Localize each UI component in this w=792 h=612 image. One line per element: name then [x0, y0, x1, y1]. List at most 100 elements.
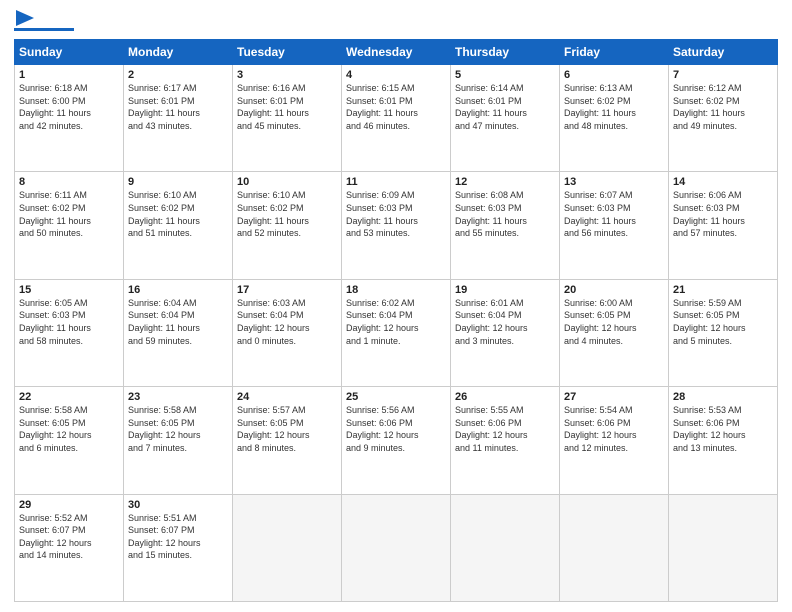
calendar-week-row: 8Sunrise: 6:11 AM Sunset: 6:02 PM Daylig…	[15, 172, 778, 279]
day-info: Sunrise: 6:10 AM Sunset: 6:02 PM Dayligh…	[128, 189, 228, 239]
calendar-cell	[669, 494, 778, 601]
day-number: 18	[346, 284, 446, 296]
calendar-cell	[451, 494, 560, 601]
day-info: Sunrise: 5:51 AM Sunset: 6:07 PM Dayligh…	[128, 512, 228, 562]
calendar-week-row: 22Sunrise: 5:58 AM Sunset: 6:05 PM Dayli…	[15, 387, 778, 494]
calendar-cell: 29Sunrise: 5:52 AM Sunset: 6:07 PM Dayli…	[15, 494, 124, 601]
day-info: Sunrise: 6:09 AM Sunset: 6:03 PM Dayligh…	[346, 189, 446, 239]
day-number: 8	[19, 176, 119, 188]
calendar-cell: 23Sunrise: 5:58 AM Sunset: 6:05 PM Dayli…	[124, 387, 233, 494]
logo-arrow-icon	[16, 10, 34, 26]
day-info: Sunrise: 6:00 AM Sunset: 6:05 PM Dayligh…	[564, 297, 664, 347]
day-number: 27	[564, 391, 664, 403]
day-number: 28	[673, 391, 773, 403]
calendar-day-header: Thursday	[451, 40, 560, 65]
day-number: 20	[564, 284, 664, 296]
calendar-cell: 21Sunrise: 5:59 AM Sunset: 6:05 PM Dayli…	[669, 279, 778, 386]
calendar-table: SundayMondayTuesdayWednesdayThursdayFrid…	[14, 39, 778, 602]
calendar-cell: 1Sunrise: 6:18 AM Sunset: 6:00 PM Daylig…	[15, 65, 124, 172]
calendar-cell	[233, 494, 342, 601]
calendar-cell: 4Sunrise: 6:15 AM Sunset: 6:01 PM Daylig…	[342, 65, 451, 172]
day-info: Sunrise: 6:18 AM Sunset: 6:00 PM Dayligh…	[19, 82, 119, 132]
day-info: Sunrise: 5:53 AM Sunset: 6:06 PM Dayligh…	[673, 404, 773, 454]
day-info: Sunrise: 5:57 AM Sunset: 6:05 PM Dayligh…	[237, 404, 337, 454]
calendar-header-row: SundayMondayTuesdayWednesdayThursdayFrid…	[15, 40, 778, 65]
day-number: 19	[455, 284, 555, 296]
day-info: Sunrise: 6:11 AM Sunset: 6:02 PM Dayligh…	[19, 189, 119, 239]
day-number: 10	[237, 176, 337, 188]
calendar-cell: 11Sunrise: 6:09 AM Sunset: 6:03 PM Dayli…	[342, 172, 451, 279]
calendar-cell: 28Sunrise: 5:53 AM Sunset: 6:06 PM Dayli…	[669, 387, 778, 494]
day-number: 2	[128, 69, 228, 81]
calendar-cell: 5Sunrise: 6:14 AM Sunset: 6:01 PM Daylig…	[451, 65, 560, 172]
day-info: Sunrise: 5:54 AM Sunset: 6:06 PM Dayligh…	[564, 404, 664, 454]
page: SundayMondayTuesdayWednesdayThursdayFrid…	[0, 0, 792, 612]
calendar-cell: 12Sunrise: 6:08 AM Sunset: 6:03 PM Dayli…	[451, 172, 560, 279]
calendar-cell	[560, 494, 669, 601]
day-info: Sunrise: 6:07 AM Sunset: 6:03 PM Dayligh…	[564, 189, 664, 239]
day-info: Sunrise: 6:08 AM Sunset: 6:03 PM Dayligh…	[455, 189, 555, 239]
calendar-day-header: Monday	[124, 40, 233, 65]
calendar-cell: 26Sunrise: 5:55 AM Sunset: 6:06 PM Dayli…	[451, 387, 560, 494]
day-number: 1	[19, 69, 119, 81]
calendar-cell: 16Sunrise: 6:04 AM Sunset: 6:04 PM Dayli…	[124, 279, 233, 386]
calendar-week-row: 1Sunrise: 6:18 AM Sunset: 6:00 PM Daylig…	[15, 65, 778, 172]
day-info: Sunrise: 6:05 AM Sunset: 6:03 PM Dayligh…	[19, 297, 119, 347]
calendar-cell: 9Sunrise: 6:10 AM Sunset: 6:02 PM Daylig…	[124, 172, 233, 279]
day-number: 23	[128, 391, 228, 403]
day-number: 25	[346, 391, 446, 403]
day-number: 6	[564, 69, 664, 81]
calendar-cell: 27Sunrise: 5:54 AM Sunset: 6:06 PM Dayli…	[560, 387, 669, 494]
calendar-day-header: Wednesday	[342, 40, 451, 65]
day-info: Sunrise: 6:14 AM Sunset: 6:01 PM Dayligh…	[455, 82, 555, 132]
day-number: 5	[455, 69, 555, 81]
day-info: Sunrise: 6:10 AM Sunset: 6:02 PM Dayligh…	[237, 189, 337, 239]
day-number: 12	[455, 176, 555, 188]
calendar-week-row: 29Sunrise: 5:52 AM Sunset: 6:07 PM Dayli…	[15, 494, 778, 601]
day-info: Sunrise: 5:59 AM Sunset: 6:05 PM Dayligh…	[673, 297, 773, 347]
day-info: Sunrise: 5:56 AM Sunset: 6:06 PM Dayligh…	[346, 404, 446, 454]
day-number: 4	[346, 69, 446, 81]
day-number: 29	[19, 499, 119, 511]
day-info: Sunrise: 5:58 AM Sunset: 6:05 PM Dayligh…	[128, 404, 228, 454]
day-number: 7	[673, 69, 773, 81]
calendar-cell: 6Sunrise: 6:13 AM Sunset: 6:02 PM Daylig…	[560, 65, 669, 172]
calendar-cell: 3Sunrise: 6:16 AM Sunset: 6:01 PM Daylig…	[233, 65, 342, 172]
day-info: Sunrise: 6:15 AM Sunset: 6:01 PM Dayligh…	[346, 82, 446, 132]
day-number: 16	[128, 284, 228, 296]
day-info: Sunrise: 6:17 AM Sunset: 6:01 PM Dayligh…	[128, 82, 228, 132]
calendar-cell: 14Sunrise: 6:06 AM Sunset: 6:03 PM Dayli…	[669, 172, 778, 279]
day-number: 17	[237, 284, 337, 296]
logo	[14, 10, 74, 31]
day-number: 11	[346, 176, 446, 188]
calendar-cell: 17Sunrise: 6:03 AM Sunset: 6:04 PM Dayli…	[233, 279, 342, 386]
logo-image	[14, 10, 74, 31]
calendar-cell: 25Sunrise: 5:56 AM Sunset: 6:06 PM Dayli…	[342, 387, 451, 494]
calendar-cell: 2Sunrise: 6:17 AM Sunset: 6:01 PM Daylig…	[124, 65, 233, 172]
calendar-cell: 30Sunrise: 5:51 AM Sunset: 6:07 PM Dayli…	[124, 494, 233, 601]
day-number: 26	[455, 391, 555, 403]
day-number: 9	[128, 176, 228, 188]
day-info: Sunrise: 6:02 AM Sunset: 6:04 PM Dayligh…	[346, 297, 446, 347]
calendar-day-header: Tuesday	[233, 40, 342, 65]
day-number: 21	[673, 284, 773, 296]
day-number: 30	[128, 499, 228, 511]
day-number: 15	[19, 284, 119, 296]
day-info: Sunrise: 5:52 AM Sunset: 6:07 PM Dayligh…	[19, 512, 119, 562]
day-info: Sunrise: 6:03 AM Sunset: 6:04 PM Dayligh…	[237, 297, 337, 347]
calendar-day-header: Sunday	[15, 40, 124, 65]
day-info: Sunrise: 6:01 AM Sunset: 6:04 PM Dayligh…	[455, 297, 555, 347]
day-info: Sunrise: 5:55 AM Sunset: 6:06 PM Dayligh…	[455, 404, 555, 454]
day-number: 14	[673, 176, 773, 188]
calendar-cell	[342, 494, 451, 601]
calendar-cell: 18Sunrise: 6:02 AM Sunset: 6:04 PM Dayli…	[342, 279, 451, 386]
logo-underline	[14, 28, 74, 31]
calendar-week-row: 15Sunrise: 6:05 AM Sunset: 6:03 PM Dayli…	[15, 279, 778, 386]
day-number: 22	[19, 391, 119, 403]
day-info: Sunrise: 5:58 AM Sunset: 6:05 PM Dayligh…	[19, 404, 119, 454]
header	[14, 10, 778, 31]
day-info: Sunrise: 6:06 AM Sunset: 6:03 PM Dayligh…	[673, 189, 773, 239]
calendar-cell: 20Sunrise: 6:00 AM Sunset: 6:05 PM Dayli…	[560, 279, 669, 386]
calendar-cell: 19Sunrise: 6:01 AM Sunset: 6:04 PM Dayli…	[451, 279, 560, 386]
calendar-cell: 24Sunrise: 5:57 AM Sunset: 6:05 PM Dayli…	[233, 387, 342, 494]
